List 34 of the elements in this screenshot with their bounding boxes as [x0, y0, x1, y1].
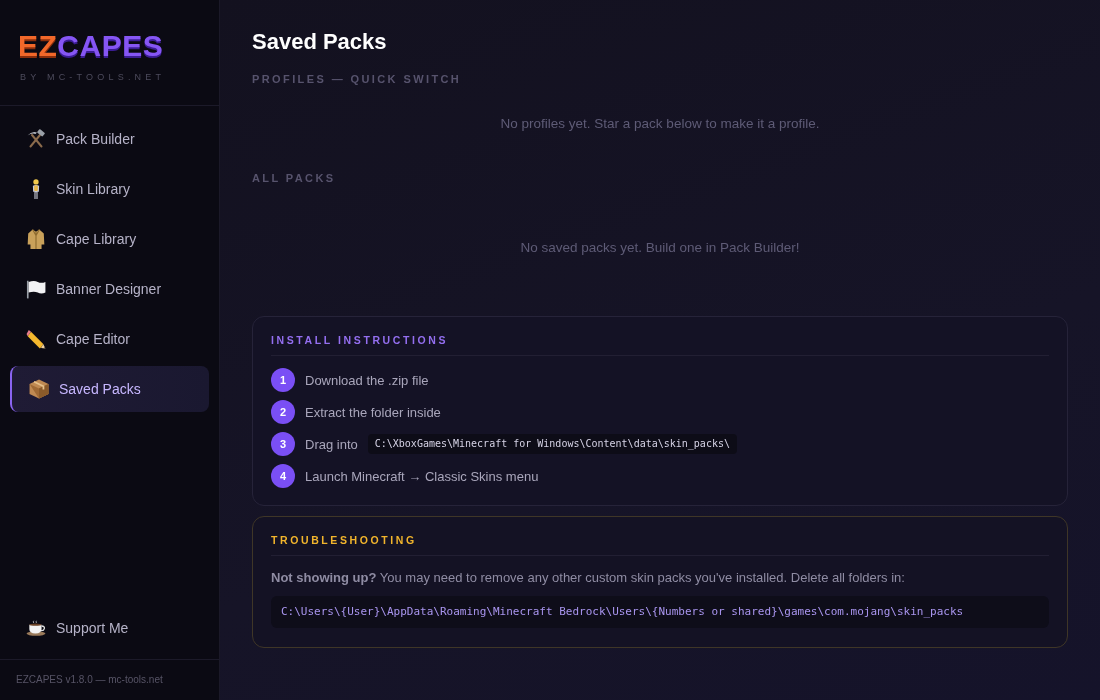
card-heading: TROUBLESHOOTING — [271, 534, 1049, 556]
nav-item[interactable]: Cape Library — [10, 216, 209, 262]
coffee-cup-icon — [26, 618, 46, 638]
step-text: Extract the folder inside — [305, 404, 441, 420]
tagline: BY MC-TOOLS.NET — [20, 72, 166, 82]
section-heading: PROFILES — QUICK SWITCH — [252, 73, 463, 86]
empty-message: No saved packs yet. Build one in Pack Builder! — [520, 239, 800, 257]
support-link[interactable]: Support Me — [10, 605, 209, 651]
step-number: 2 — [271, 400, 295, 424]
nav-item[interactable]: Saved Packs — [10, 366, 209, 412]
logo-wordmark: EZCAPES — [18, 32, 164, 60]
step-number: 1 — [271, 368, 295, 392]
folder-path-block: C:\Users\{User}\AppData\Roaming\Minecraft Bedrock\Users\{Numbers or shared}\games\com.mojang\skin_packs — [271, 596, 1049, 628]
version-text: EZCAPES v1.8.0 — mc-tools.net — [0, 659, 219, 700]
box-icon — [29, 379, 49, 399]
card-heading: INSTALL INSTRUCTIONS — [271, 334, 1049, 356]
nav-item[interactable]: Pack Builder — [10, 116, 209, 162]
step-number: 4 — [271, 464, 295, 488]
step-text: Drag into — [305, 436, 358, 452]
step-number: 3 — [271, 432, 295, 456]
crossed-tools-icon — [26, 129, 46, 149]
section-heading: ALL PACKS — [252, 172, 337, 185]
pencil-icon — [26, 329, 46, 349]
nav-item[interactable]: Cape Editor — [10, 316, 209, 362]
step-text: Download the .zip file — [305, 372, 429, 388]
flag-icon — [26, 279, 46, 299]
help-text: Not showing up? You may need to remove any other custom skin packs you've installed. Delete all folders in: — [271, 569, 906, 587]
nav-item[interactable]: Skin Library — [10, 166, 209, 212]
page-title: Saved Packs — [252, 28, 388, 56]
empty-message: No profiles yet. Star a pack below to make it a profile. — [500, 115, 820, 133]
step-text: Launch Minecraft → Classic Skins menu — [305, 468, 539, 484]
nav-item[interactable]: Banner Designer — [10, 266, 209, 312]
folder-path: C:\XboxGames\Minecraft for Windows\Content\data\skin_packs\ — [367, 434, 737, 454]
coat-icon — [26, 229, 46, 249]
